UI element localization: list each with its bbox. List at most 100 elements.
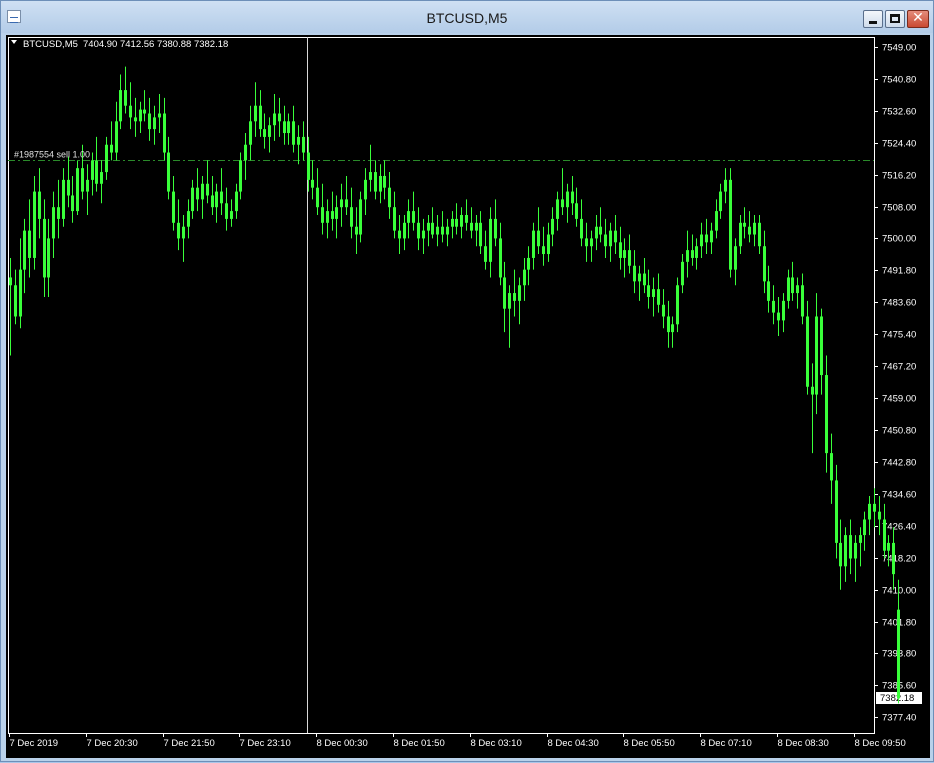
candle-body	[43, 218, 46, 278]
candle-body	[508, 293, 511, 309]
candle-body	[532, 230, 535, 258]
candle-body	[292, 121, 295, 145]
close-button[interactable]: ✕	[907, 10, 929, 28]
y-tick-label: 7532.60	[882, 107, 916, 118]
candle-body	[859, 535, 862, 543]
candle-body	[839, 542, 842, 567]
y-tick-label: 7500.00	[882, 234, 916, 245]
candle-body	[239, 160, 242, 192]
x-tick-label: 8 Dec 00:30	[317, 738, 368, 749]
candle-body	[422, 230, 425, 239]
candle-body	[355, 226, 358, 235]
candles	[9, 66, 900, 704]
candle-body	[470, 222, 473, 231]
candle-body	[110, 144, 113, 153]
x-tick-label: 7 Dec 23:10	[240, 738, 291, 749]
candle-body	[830, 453, 833, 481]
candle-body	[340, 199, 343, 208]
candle-body	[537, 230, 540, 247]
candle-body	[100, 172, 103, 184]
y-tick-label: 7540.80	[882, 75, 916, 86]
candle-body	[57, 207, 60, 219]
candle-body	[206, 183, 209, 196]
candlestick-chart[interactable]: 7549.00 7540.80 7532.60 7524.40 7516.20 7508.…	[6, 35, 934, 758]
candle-body	[297, 136, 300, 145]
candle-body	[475, 222, 478, 231]
candle-body	[254, 105, 257, 122]
maximize-button[interactable]	[885, 10, 905, 28]
candle-body	[124, 90, 127, 106]
candle-body	[849, 535, 852, 559]
candle-body	[580, 218, 583, 239]
candle-body	[28, 230, 31, 258]
triangle-down-icon[interactable]	[11, 40, 17, 44]
candle-body	[62, 179, 65, 219]
candle-body	[163, 113, 166, 153]
candle-body	[614, 230, 617, 243]
candle-body	[671, 324, 674, 333]
candle-body	[691, 250, 694, 258]
candle-body	[873, 503, 876, 512]
candle-body	[820, 316, 823, 376]
candle-body	[417, 222, 420, 239]
candle-body	[878, 511, 881, 520]
candle-body	[590, 238, 593, 247]
x-tick-label: 7 Dec 2019	[10, 738, 59, 749]
candle-body	[791, 277, 794, 294]
candle-body	[595, 226, 598, 239]
candle-body	[815, 316, 818, 395]
candle-body	[95, 160, 98, 184]
candle-body	[14, 285, 17, 317]
candle-body	[892, 542, 895, 575]
candle-body	[796, 285, 799, 294]
minimize-button[interactable]	[863, 10, 883, 28]
title-bar[interactable]: BTCUSD,M5 ✕	[1, 1, 933, 33]
chart-window: BTCUSD,M5 ✕ 7549.00 7540.80 7532.60 7524.40…	[0, 0, 934, 762]
candle-body	[91, 160, 94, 180]
candle-body	[489, 218, 492, 262]
candle-body	[571, 191, 574, 204]
y-tick-label: 7475.40	[882, 330, 916, 341]
candle-body	[321, 207, 324, 223]
order-label[interactable]: #1987554 sell 1.00	[14, 150, 90, 160]
candle-body	[364, 179, 367, 200]
candle-body	[748, 226, 751, 235]
candle-body	[311, 179, 314, 188]
candle-body	[350, 207, 353, 227]
candle-body	[316, 187, 319, 208]
candle-body	[887, 542, 890, 551]
chart-ohlc-values: 7404.90 7412.56 7380.88 7382.18	[83, 39, 228, 50]
y-tick-label: 7410.00	[882, 586, 916, 597]
candle-body	[441, 226, 444, 235]
candle-body	[52, 207, 55, 239]
y-tick-label: 7434.60	[882, 490, 916, 501]
candle-body	[436, 226, 439, 235]
candle-body	[806, 316, 809, 387]
candle-body	[215, 191, 218, 208]
candle-body	[259, 105, 262, 130]
y-tick-label: 7442.80	[882, 458, 916, 469]
candle-body	[427, 222, 430, 231]
y-tick-label: 7459.00	[882, 394, 916, 405]
candle-body	[772, 300, 775, 313]
y-tick-label: 7450.80	[882, 426, 916, 437]
candle-body	[388, 187, 391, 208]
candle-body	[412, 211, 415, 223]
candle-body	[604, 234, 607, 247]
candle-body	[518, 285, 521, 301]
candle-body	[201, 183, 204, 200]
y-tick-label: 7524.40	[882, 139, 916, 150]
candle-body	[715, 211, 718, 231]
candle-body	[302, 136, 305, 153]
candle-body	[283, 121, 286, 134]
candle-body	[407, 211, 410, 223]
chart-area[interactable]: 7549.00 7540.80 7532.60 7524.40 7516.20 7508.…	[6, 35, 934, 758]
candle-body	[134, 117, 137, 122]
candle-body	[273, 113, 276, 126]
candle-body	[484, 246, 487, 262]
y-tick-label: 7549.00	[882, 43, 916, 54]
candle-body	[662, 304, 665, 317]
candle-body	[383, 175, 386, 188]
candle-body	[225, 203, 228, 219]
candle-body	[758, 222, 761, 247]
